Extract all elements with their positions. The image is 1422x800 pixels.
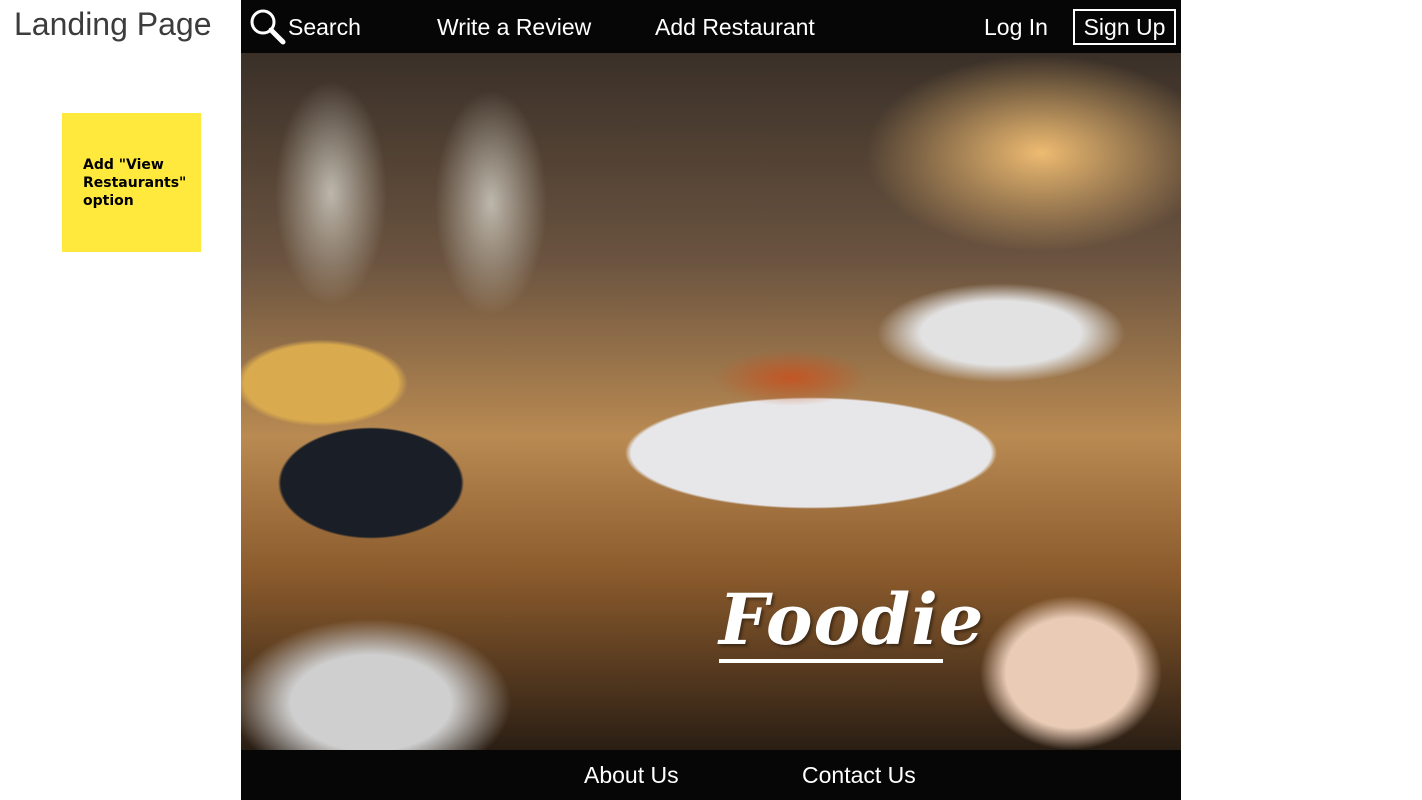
add-restaurant-link[interactable]: Add Restaurant [655,14,815,41]
mockup-frame: Search Write a Review Add Restaurant Log… [241,0,1181,800]
login-link[interactable]: Log In [984,14,1048,41]
search-icon[interactable] [248,7,286,45]
top-nav: Search Write a Review Add Restaurant Log… [241,0,1181,53]
write-review-link[interactable]: Write a Review [437,14,591,41]
search-link[interactable]: Search [288,14,361,41]
logo: Foodie [719,583,984,663]
hero-image: Foodie [241,53,1181,750]
sticky-note: Add "View Restaurants" option [62,113,201,252]
about-us-link[interactable]: About Us [584,762,679,789]
signup-button[interactable]: Sign Up [1073,9,1176,45]
footer-nav: About Us Contact Us [241,750,1181,800]
contact-us-link[interactable]: Contact Us [802,762,916,789]
logo-text: Foodie [719,578,985,661]
slide-title: Landing Page [14,6,212,42]
